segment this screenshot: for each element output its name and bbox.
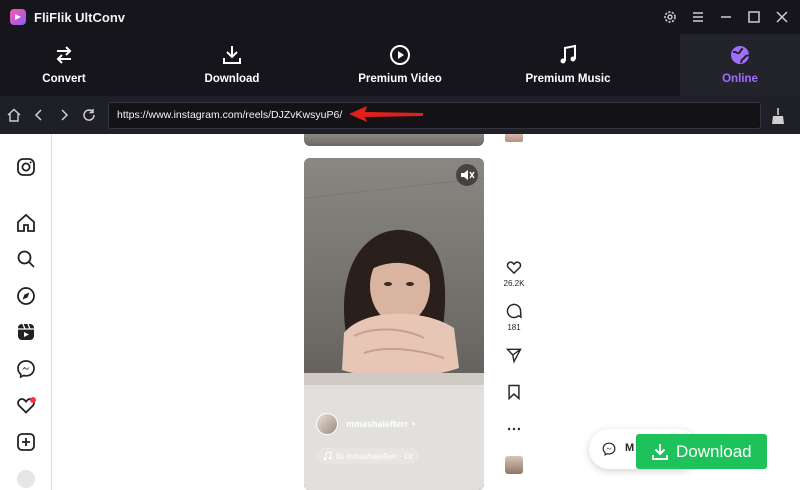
tab-download-label: Download <box>204 73 260 85</box>
tab-premium-video[interactable]: Premium Video <box>336 34 464 96</box>
tab-online-label: Online <box>722 73 758 85</box>
bookmark-icon[interactable] <box>505 383 523 401</box>
app-logo-icon <box>10 9 26 25</box>
share-send-icon[interactable] <box>505 346 523 364</box>
reels-icon[interactable] <box>15 321 37 343</box>
forward-icon[interactable] <box>56 107 72 123</box>
tab-premium-music[interactable]: Premium Music <box>504 34 632 96</box>
download-button[interactable]: Download <box>636 434 767 469</box>
reel-video[interactable]: mmashalefterr • lio mmashalefterr · Or <box>304 158 484 490</box>
reel-author-avatar[interactable] <box>316 413 338 435</box>
heart-icon[interactable] <box>505 258 523 276</box>
instagram-logo-icon[interactable] <box>15 156 37 178</box>
comment-action[interactable]: 181 <box>500 302 528 332</box>
more-action[interactable] <box>500 420 528 438</box>
back-icon[interactable] <box>31 107 47 123</box>
reel-audio-thumbnail[interactable] <box>505 456 523 474</box>
messages-icon <box>602 442 616 456</box>
search-icon[interactable] <box>15 248 37 270</box>
audio-note-icon <box>323 451 332 461</box>
download-icon <box>223 46 241 64</box>
maximize-icon[interactable] <box>746 9 762 25</box>
settings-gear-icon[interactable] <box>662 9 678 25</box>
tab-convert-label: Convert <box>42 73 86 85</box>
reel-author[interactable]: mmashalefterr • <box>316 413 415 435</box>
muted-speaker-icon <box>461 170 475 180</box>
reel-audio-text: lio mmashalefterr · Or <box>336 451 414 461</box>
refresh-icon[interactable] <box>81 107 97 123</box>
globe-icon <box>731 46 750 64</box>
tab-premium-music-label: Premium Music <box>525 73 611 85</box>
share-action[interactable] <box>500 346 528 364</box>
previous-reel-audio-thumb[interactable] <box>505 134 523 142</box>
reel-username-separator: • <box>412 419 416 429</box>
reel-video-frame <box>304 158 484 490</box>
download-button-label: Download <box>676 441 752 461</box>
web-content: mmashalefterr • lio mmashalefterr · Or 2… <box>0 134 800 490</box>
profile-avatar[interactable] <box>17 470 35 488</box>
tab-online[interactable]: Online <box>680 34 800 96</box>
clear-broom-icon[interactable] <box>770 107 786 125</box>
explore-compass-icon[interactable] <box>15 285 37 307</box>
download-button-icon <box>652 443 668 460</box>
red-arrow-annotation <box>349 106 423 122</box>
reel-username[interactable]: mmashalefterr <box>346 419 408 429</box>
home-nav-icon[interactable] <box>15 212 37 234</box>
like-count: 26.2K <box>503 279 525 288</box>
like-action[interactable]: 26.2K <box>500 258 528 288</box>
messages-label: M <box>625 442 635 454</box>
menu-icon[interactable] <box>690 9 706 25</box>
convert-arrows-icon <box>56 46 72 64</box>
tab-premium-video-label: Premium Video <box>358 73 442 85</box>
tab-download[interactable]: Download <box>168 34 296 96</box>
minimize-icon[interactable] <box>718 9 734 25</box>
app-title: FliFlik UltConv <box>34 10 125 25</box>
save-action[interactable] <box>500 383 528 401</box>
comment-icon[interactable] <box>505 302 523 320</box>
url-text: https://www.instagram.com/reels/DJZvKwsy… <box>117 109 343 121</box>
create-post-icon[interactable] <box>15 431 37 453</box>
home-icon[interactable] <box>6 107 22 123</box>
previous-reel-thumbnail[interactable] <box>304 134 484 146</box>
notification-badge <box>30 397 36 403</box>
instagram-sidebar <box>0 134 52 490</box>
url-input[interactable]: https://www.instagram.com/reels/DJZvKwsy… <box>108 102 761 129</box>
reel-audio-chip[interactable]: lio mmashalefterr · Or <box>316 448 420 464</box>
close-icon[interactable] <box>774 9 790 25</box>
title-bar: FliFlik UltConv <box>0 0 800 34</box>
comment-count: 181 <box>507 323 521 332</box>
music-note-icon <box>560 44 576 64</box>
play-circle-icon <box>390 45 410 65</box>
messenger-icon[interactable] <box>15 358 37 380</box>
more-options-icon[interactable] <box>505 420 523 438</box>
main-tab-bar: Convert Download Premium Video Premium M… <box>0 34 800 96</box>
tab-convert[interactable]: Convert <box>0 34 128 96</box>
mute-button[interactable] <box>456 164 478 186</box>
